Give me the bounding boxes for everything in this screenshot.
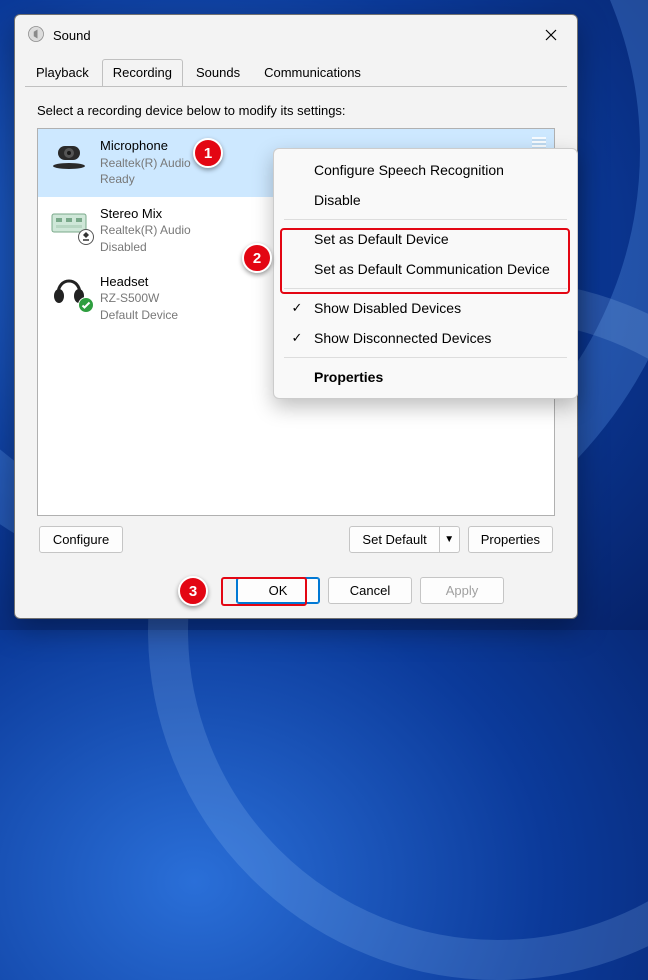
device-name: Microphone	[100, 137, 191, 155]
device-name: Headset	[100, 273, 178, 291]
device-status: Disabled	[100, 239, 191, 255]
checkmark-icon: ✓	[288, 300, 306, 316]
menu-separator	[284, 288, 567, 289]
tab-sounds[interactable]: Sounds	[185, 59, 251, 86]
cancel-button[interactable]: Cancel	[328, 577, 412, 604]
ok-button[interactable]: OK	[236, 577, 320, 604]
tab-communications[interactable]: Communications	[253, 59, 372, 86]
menu-disable[interactable]: Disable	[274, 185, 577, 215]
menu-separator	[284, 219, 567, 220]
instruction-text: Select a recording device below to modif…	[37, 103, 555, 118]
device-status: Default Device	[100, 307, 178, 323]
tab-recording[interactable]: Recording	[102, 59, 183, 86]
tab-playback[interactable]: Playback	[25, 59, 100, 86]
titlebar: Sound	[15, 15, 577, 55]
window-title: Sound	[53, 28, 523, 43]
menu-configure-speech[interactable]: Configure Speech Recognition	[274, 155, 577, 185]
headset-icon	[48, 273, 90, 309]
menu-properties[interactable]: Properties	[274, 362, 577, 392]
checkmark-icon: ✓	[288, 330, 306, 346]
chevron-down-icon: ▼	[444, 534, 454, 545]
menu-set-default-device[interactable]: Set as Default Device	[274, 224, 577, 254]
set-default-button[interactable]: Set Default	[349, 526, 439, 553]
set-default-split-button[interactable]: Set Default ▼	[349, 526, 459, 553]
device-name: Stereo Mix	[100, 205, 191, 223]
device-driver: Realtek(R) Audio	[100, 222, 191, 238]
default-check-icon	[78, 297, 94, 313]
webcam-mic-icon	[48, 137, 90, 173]
device-driver: Realtek(R) Audio	[100, 155, 191, 171]
tab-strip: Playback Recording Sounds Communications	[15, 55, 577, 86]
device-context-menu: Configure Speech Recognition Disable Set…	[273, 148, 578, 399]
device-driver: RZ-S500W	[100, 290, 178, 306]
disabled-overlay-icon	[78, 229, 94, 245]
sound-icon	[27, 25, 45, 46]
set-default-dropdown[interactable]: ▼	[440, 526, 460, 553]
menu-set-default-comm-device[interactable]: Set as Default Communication Device	[274, 254, 577, 284]
pane-button-row: Configure Set Default ▼ Properties	[37, 516, 555, 553]
soundcard-icon	[48, 205, 90, 241]
close-icon	[545, 29, 557, 41]
apply-button[interactable]: Apply	[420, 577, 504, 604]
menu-separator	[284, 357, 567, 358]
close-button[interactable]	[531, 21, 571, 49]
device-status: Ready	[100, 171, 191, 187]
properties-button[interactable]: Properties	[468, 526, 553, 553]
dialog-button-row: OK Cancel Apply	[15, 569, 577, 618]
configure-button[interactable]: Configure	[39, 526, 123, 553]
menu-show-disconnected[interactable]: ✓Show Disconnected Devices	[274, 323, 577, 353]
menu-show-disabled[interactable]: ✓Show Disabled Devices	[274, 293, 577, 323]
